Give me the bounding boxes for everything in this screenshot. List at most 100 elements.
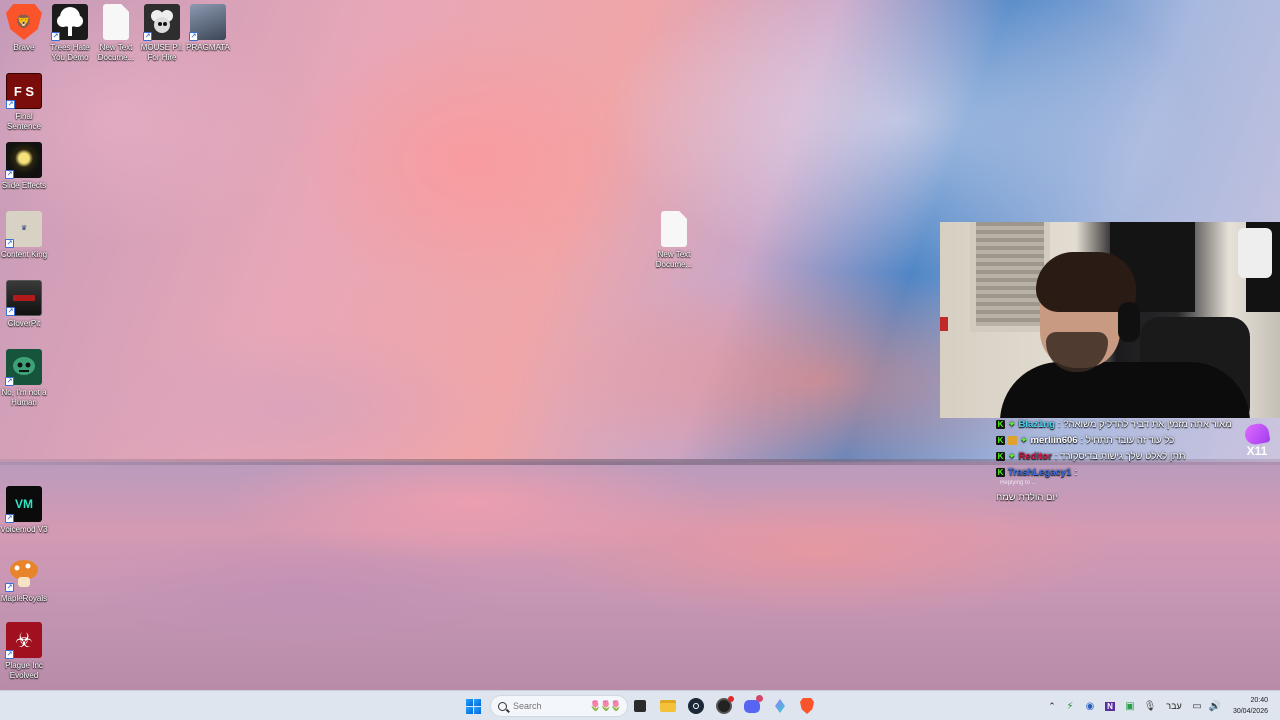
shortcut-arrow-icon: ↗: [189, 32, 198, 41]
app-tray-icon-2[interactable]: ▣: [1120, 701, 1140, 712]
not-human-icon: ↗: [5, 349, 42, 386]
desktop-icon-label: New Text Docume...: [655, 250, 693, 269]
task-view-button[interactable]: [629, 695, 651, 717]
desktop-icon-label: Content King: [0, 250, 48, 259]
chevron-up-icon[interactable]: ⌃: [1044, 701, 1060, 712]
chat-message: K ✦ Reditor : תתן לאלט שלך גישות בדיסקור…: [996, 448, 1240, 464]
chat-text: : ?מאור אתה מזמין את דביר להדליק משואה: [1057, 418, 1232, 430]
shortcut-arrow-icon: ↗: [5, 170, 14, 179]
desktop-icon-label: Trees Hate You Demo: [50, 43, 90, 62]
chat-text: :: [1074, 466, 1078, 478]
desktop-icon-label: Brave: [13, 43, 35, 52]
text-file-icon: [661, 211, 687, 247]
brave-lion-icon: 🦁: [6, 4, 42, 40]
subscriber-badge-icon: [1008, 435, 1017, 445]
taskbar-clock[interactable]: 20:40 30/04/2026: [1233, 695, 1268, 717]
desktop-icon-cloverpit[interactable]: ↗ CloverPit: [0, 280, 48, 329]
start-button[interactable]: [462, 695, 484, 717]
brave-button[interactable]: [796, 695, 818, 717]
final-sentence-icon: F S ↗: [6, 73, 42, 109]
shortcut-arrow-icon: ↗: [5, 514, 14, 523]
obs-button[interactable]: [713, 695, 735, 717]
shortcut-arrow-icon: ↗: [6, 307, 15, 316]
desktop-icon-new-text-document[interactable]: New Text Docume...: [92, 4, 140, 63]
shortcut-arrow-icon: ↗: [6, 100, 15, 109]
chat-username: merliin606: [1030, 434, 1078, 446]
chat-username: Blaz1ng: [1018, 418, 1055, 430]
desktop-icon-label: MOUSE P.I. For Hire: [140, 43, 184, 62]
taskbar: 🌷🌷🌷 ⌃ ⚡ ◉ N ▣ 🎙 עבר ▭ 🔊 20:40 30/04/: [0, 690, 1280, 720]
display-icon[interactable]: ▭: [1188, 701, 1206, 712]
network-icon[interactable]: ⚡: [1060, 701, 1080, 712]
clock-time: 20:40: [1250, 697, 1268, 704]
microphone-icon[interactable]: 🎙: [1140, 701, 1160, 712]
app-tray-icon[interactable]: ◉: [1080, 701, 1100, 712]
star-badge-icon: ✦: [1008, 418, 1016, 429]
speaker-icon[interactable]: 🔊: [1206, 701, 1224, 712]
desktop-icon-label: CloverPit: [7, 319, 41, 328]
slide-effects-icon: ↗: [5, 142, 42, 179]
brave-icon: [800, 698, 814, 714]
desktop-icon-pragmata[interactable]: ↗ PRAGMATA: [184, 4, 232, 53]
desktop-icon-label: MapleRoyals: [0, 594, 48, 603]
mouse-pi-icon: ↗: [143, 4, 180, 41]
windows-logo-icon: [465, 698, 481, 714]
notification-badge-icon: [756, 695, 763, 702]
text-file-icon: [103, 4, 129, 40]
app-diamond-icon: [775, 699, 785, 713]
chat-username: TrashLegacy1: [1008, 466, 1072, 478]
search-highlight-icon: 🌷🌷🌷: [589, 700, 622, 712]
desktop-icon-label: PRAGMATA: [186, 43, 230, 52]
desktop-icon-label: New Text Docume...: [97, 43, 135, 62]
desktop-icon-mouse-pi[interactable]: ↗ MOUSE P.I. For Hire: [138, 4, 186, 63]
channel-logo-text: X11: [1246, 444, 1268, 458]
desktop-icon-label: Final Sentence: [7, 112, 41, 131]
content-king-icon: ♛ ↗: [5, 211, 42, 248]
desktop-icon-final-sentence[interactable]: F S ↗ Final Sentence: [0, 73, 48, 132]
channel-logo: X11: [1242, 422, 1272, 462]
streamer-body: [1000, 362, 1250, 418]
file-explorer-button[interactable]: [657, 695, 679, 717]
search-input[interactable]: [513, 701, 583, 711]
tree-icon: ↗: [51, 4, 88, 41]
cloverpit-icon: ↗: [6, 280, 42, 316]
desktop-icon-content-king[interactable]: ♛ ↗ Content King: [0, 211, 48, 260]
desktop-icon-mapleroyals[interactable]: ↗ MapleRoyals: [0, 555, 48, 604]
desktop-icon-brave[interactable]: 🦁 Brave: [0, 4, 48, 53]
shortcut-arrow-icon: ↗: [5, 377, 14, 386]
chat-text: : כל עוד זה עובד תתחיל: [1080, 434, 1175, 446]
webcam-overlay: [940, 222, 1280, 418]
desktop-icon-label: Plague Inc Evolved: [5, 661, 43, 680]
recording-dot-icon: [728, 696, 734, 702]
shortcut-arrow-icon: ↗: [5, 650, 14, 659]
chat-text: : תתן לאלט שלך גישות בדיסקורד: [1054, 450, 1186, 462]
taskbar-search[interactable]: 🌷🌷🌷: [490, 695, 628, 717]
desktop-icon-new-text-document-2[interactable]: New Text Docume...: [650, 211, 698, 270]
desktop-icon-voicemod[interactable]: VM ↗ Voicemod V3: [0, 486, 48, 535]
shortcut-arrow-icon: ↗: [5, 583, 14, 592]
language-indicator[interactable]: עבר: [1160, 701, 1188, 711]
desktop-icon-plague-inc[interactable]: ☣ ↗ Plague Inc Evolved: [0, 622, 48, 681]
star-badge-icon: ✦: [1008, 450, 1016, 461]
steam-button[interactable]: [685, 695, 707, 717]
desktop-icon-not-human[interactable]: ↗ No, I'm not a Human: [0, 349, 48, 408]
chat-message: K ✦ merliin606 : כל עוד זה עובד תתחיל: [996, 432, 1240, 448]
desktop-icon-slide-effects[interactable]: ↗ Slide Effects: [0, 142, 48, 191]
search-icon: [498, 701, 507, 711]
slot-reel-icon: [13, 295, 35, 301]
desktop-icon-trees-hate-you[interactable]: ↗ Trees Hate You Demo: [46, 4, 94, 63]
notion-icon[interactable]: N: [1100, 701, 1120, 711]
headset-icon: [1118, 302, 1140, 342]
biohazard-icon: ☣ ↗: [5, 622, 42, 659]
desktop-background: 🦁 Brave ↗ Trees Hate You Demo New Text D…: [0, 0, 1280, 690]
system-tray: ⌃ ⚡ ◉ N ▣ 🎙 עבר ▭ 🔊: [1044, 691, 1224, 720]
webcam-red-object: [940, 317, 948, 331]
webcam-lamp: [1238, 228, 1272, 278]
heart-logo-icon: [1243, 422, 1271, 446]
chat-reply-hint: Replying to ...: [1000, 480, 1037, 486]
steam-icon: [688, 698, 704, 714]
discord-button[interactable]: [741, 695, 763, 717]
desktop-icon-label: Voicemod V3: [0, 525, 48, 534]
app-button[interactable]: [769, 695, 791, 717]
mapleroyals-icon: ↗: [5, 555, 42, 592]
